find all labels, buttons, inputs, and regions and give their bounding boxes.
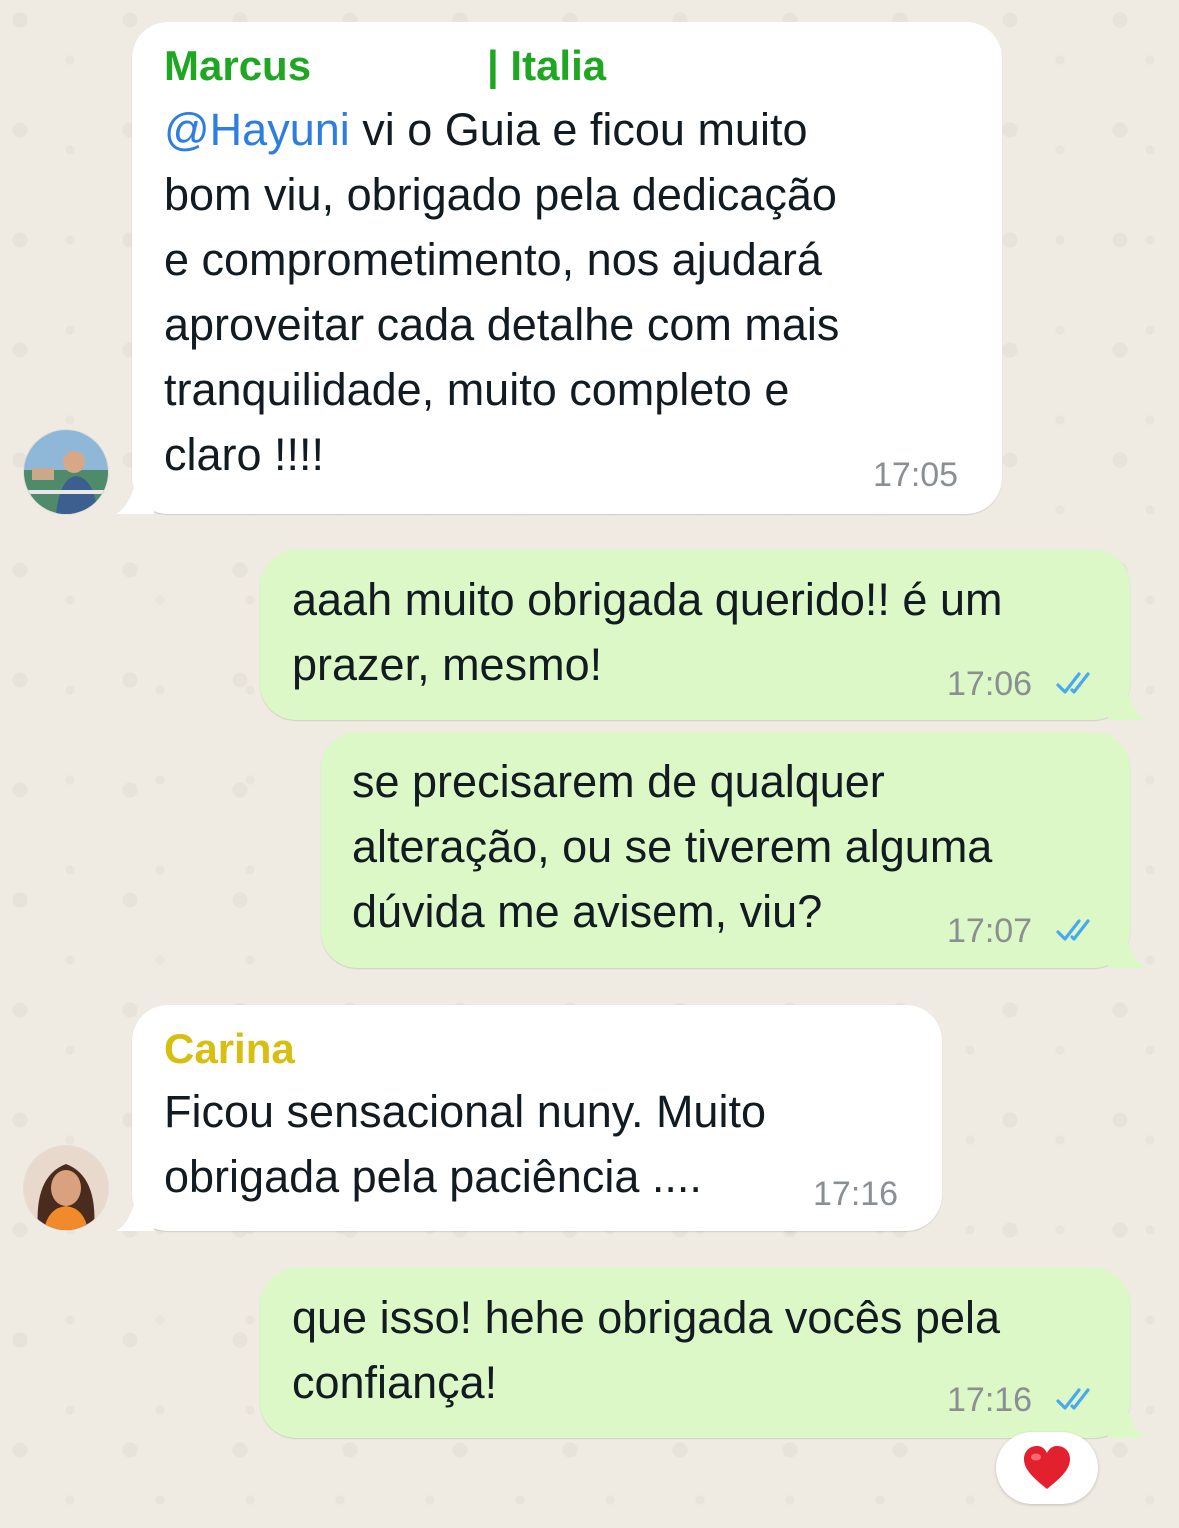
message-text: @Hayuni vi o Guia e ficou muito bom viu,… xyxy=(164,104,840,480)
message-bubble-outgoing[interactable]: que isso! hehe obrigada vocês pela confi… xyxy=(260,1268,1130,1438)
message-bubble-outgoing[interactable]: aaah muito obrigada querido!! é um praze… xyxy=(260,550,1130,720)
message-text: Ficou sensacional nuny. Muito obrigada p… xyxy=(164,1086,766,1202)
bubble-tail xyxy=(114,480,154,514)
reaction-heart-icon[interactable] xyxy=(996,1432,1098,1504)
bubble-tail xyxy=(1108,1404,1148,1438)
message-time: 17:07 xyxy=(947,912,1033,950)
double-check-read-icon xyxy=(1055,915,1101,945)
double-check-read-icon xyxy=(1055,1384,1101,1414)
message-text: que isso! hehe obrigada vocês pela confi… xyxy=(292,1292,1001,1408)
double-check-read-icon xyxy=(1055,668,1101,698)
message-bubble-carina[interactable]: Carina Ficou sensacional nuny. Muito obr… xyxy=(132,1005,942,1231)
sender-name[interactable]: Carina xyxy=(164,1025,295,1073)
message-time: 17:16 xyxy=(947,1381,1033,1419)
sender-tag: | Italia xyxy=(487,42,607,89)
message-bubble-marcus[interactable]: Marcus | Italia @Hayuni vi o Guia e fico… xyxy=(132,22,1002,514)
message-text: aaah muito obrigada querido!! é um praze… xyxy=(292,574,1003,690)
bubble-tail xyxy=(1108,686,1148,720)
bubble-tail xyxy=(1108,934,1148,968)
sender-name[interactable]: Marcus xyxy=(164,42,311,90)
message-bubble-outgoing[interactable]: se precisarem de qualquer alteração, ou … xyxy=(321,732,1130,968)
bubble-tail xyxy=(114,1197,154,1231)
mention-link[interactable]: @Hayuni xyxy=(164,104,350,155)
message-time: 17:06 xyxy=(947,665,1033,703)
message-text: se precisarem de qualquer alteração, ou … xyxy=(352,756,993,937)
message-time: 17:05 xyxy=(873,456,959,494)
user-avatar-marcus[interactable] xyxy=(24,430,108,514)
heart-icon xyxy=(1024,1446,1070,1489)
message-time: 17:16 xyxy=(813,1175,899,1213)
user-avatar-carina[interactable] xyxy=(24,1146,108,1230)
